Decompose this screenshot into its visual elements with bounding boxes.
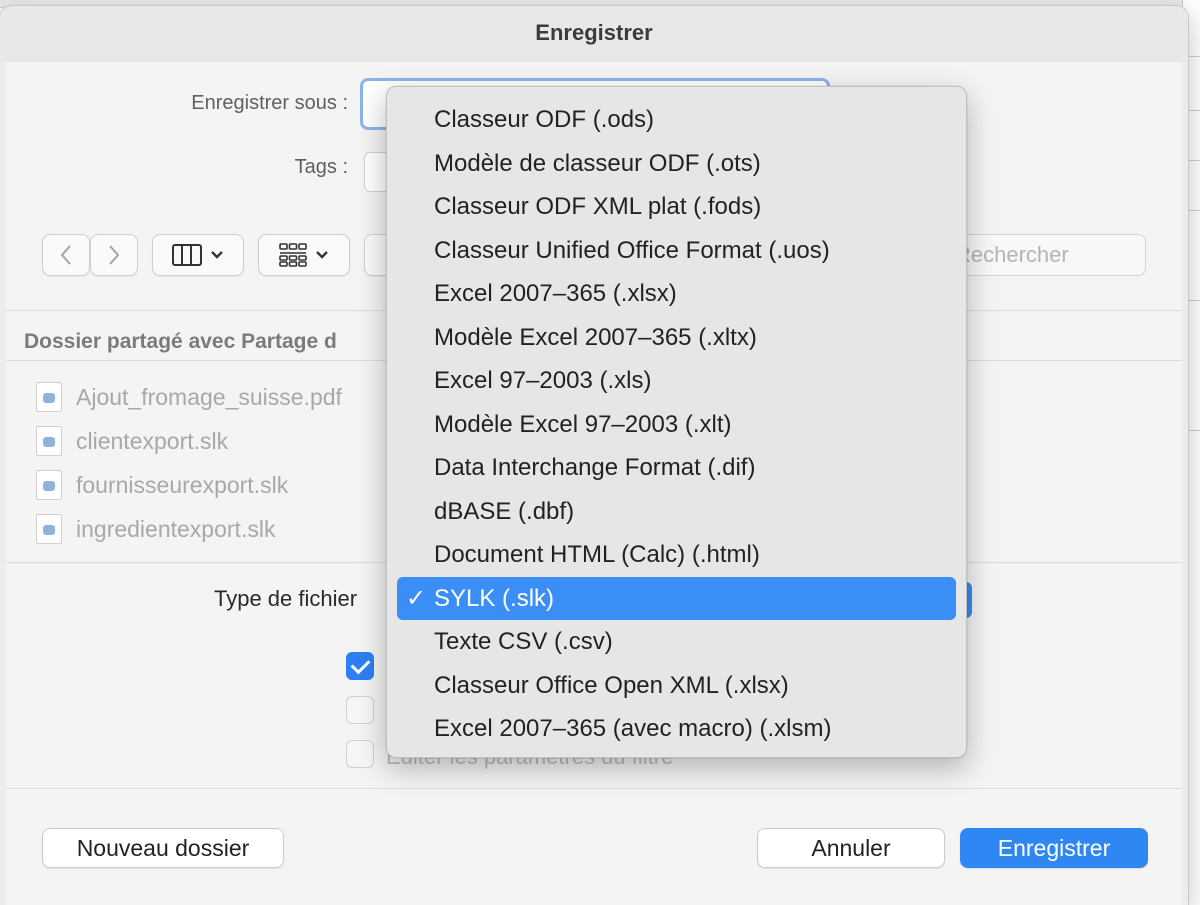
file-type-menu-item[interactable]: Texte CSV (.csv): [397, 620, 956, 664]
cancel-button[interactable]: Annuler: [757, 828, 945, 868]
menu-item-label: dBASE (.dbf): [434, 497, 575, 525]
file-type-menu-item[interactable]: Modèle Excel 97–2003 (.xlt): [397, 403, 956, 447]
dialog-title: Enregistrer: [0, 6, 1188, 62]
menu-item-label: Modèle Excel 97–2003 (.xlt): [434, 410, 732, 438]
file-type-menu-item[interactable]: ✓ SYLK (.slk): [397, 576, 956, 620]
file-type-menu-item[interactable]: Classeur Unified Office Format (.uos): [397, 229, 956, 273]
menu-item-label: Excel 97–2003 (.xls): [434, 367, 652, 394]
file-type-menu-item[interactable]: Modèle Excel 2007–365 (.xltx): [397, 316, 956, 360]
divider: [6, 788, 1182, 789]
file-type-menu-item[interactable]: Classeur ODF (.ods): [397, 98, 956, 142]
menu-item-label: Document HTML (Calc) (.html): [434, 541, 760, 568]
save-button[interactable]: Enregistrer: [960, 828, 1148, 868]
menu-item-label: Modèle de classeur ODF (.ots): [434, 149, 761, 177]
menu-item-label: Data Interchange Format (.dif): [434, 454, 756, 481]
back-button[interactable]: [42, 234, 90, 276]
file-type-menu-item[interactable]: Classeur ODF XML plat (.fods): [397, 185, 956, 229]
file-name: clientexport.slk: [76, 427, 229, 454]
chevron-down-icon: [211, 251, 223, 259]
slk-file-icon: [36, 514, 62, 544]
slk-file-icon: [36, 426, 62, 456]
file-type-menu: Classeur ODF (.ods) Modèle de classeur OD…: [386, 86, 967, 758]
file-name: fournisseurexport.slk: [76, 471, 289, 498]
file-name: ingredientexport.slk: [76, 515, 276, 542]
save-as-label: Enregistrer sous :: [191, 92, 348, 114]
file-type-menu-item[interactable]: dBASE (.dbf): [397, 490, 956, 534]
columns-icon: [172, 244, 202, 266]
checkmark-icon: ✓: [405, 584, 427, 612]
forward-button[interactable]: [90, 234, 138, 276]
file-list: Ajout_fromage_suisse.pdf clientexport.sl…: [36, 380, 386, 562]
option-checkbox-2[interactable]: [346, 696, 374, 724]
file-type-menu-item[interactable]: Excel 2007–365 (.xlsx): [397, 272, 956, 316]
menu-item-label: Modèle Excel 2007–365 (.xltx): [434, 323, 757, 351]
file-type-menu-item[interactable]: Document HTML (Calc) (.html): [397, 533, 956, 577]
filter-settings-checkbox[interactable]: [346, 740, 374, 768]
tags-label: Tags :: [294, 156, 348, 178]
list-item[interactable]: fournisseurexport.slk: [36, 468, 288, 502]
new-folder-button[interactable]: Nouveau dossier: [42, 828, 284, 868]
list-item[interactable]: clientexport.slk: [36, 424, 228, 458]
chevron-right-icon: [109, 245, 120, 265]
file-type-label: Type de fichier: [214, 586, 358, 611]
menu-item-label: Texte CSV (.csv): [434, 628, 613, 655]
list-item[interactable]: Ajout_fromage_suisse.pdf: [36, 380, 342, 414]
menu-item-label: Excel 2007–365 (avec macro) (.xlsm): [434, 715, 832, 742]
menu-item-label: Classeur ODF (.ods): [434, 106, 655, 133]
file-type-menu-item[interactable]: Excel 2007–365 (avec macro) (.xlsm): [397, 707, 956, 751]
chevron-left-icon: [60, 245, 71, 265]
menu-item-label: Excel 2007–365 (.xlsx): [434, 280, 677, 307]
pdf-file-icon: [36, 382, 62, 412]
menu-item-label: Classeur Unified Office Format (.uos): [434, 236, 830, 264]
file-name: Ajout_fromage_suisse.pdf: [76, 383, 342, 410]
option-checkbox-1[interactable]: [346, 652, 374, 680]
folder-header: Dossier partagé avec Partage d: [24, 330, 337, 353]
file-type-menu-item[interactable]: Data Interchange Format (.dif): [397, 446, 956, 490]
list-item[interactable]: ingredientexport.slk: [36, 512, 275, 546]
slk-file-icon: [36, 470, 62, 500]
menu-item-label: SYLK (.slk): [434, 584, 555, 612]
grid-icon: [279, 243, 307, 267]
group-view-button[interactable]: [258, 234, 350, 276]
chevron-down-icon: [316, 251, 328, 259]
file-type-menu-item[interactable]: Modèle de classeur ODF (.ots): [397, 142, 956, 186]
file-type-menu-item[interactable]: Excel 97–2003 (.xls): [397, 359, 956, 403]
menu-item-label: Classeur ODF XML plat (.fods): [434, 193, 762, 220]
file-type-menu-item[interactable]: Classeur Office Open XML (.xlsx): [397, 664, 956, 708]
menu-item-label: Classeur Office Open XML (.xlsx): [434, 671, 789, 699]
column-view-button[interactable]: [152, 234, 244, 276]
